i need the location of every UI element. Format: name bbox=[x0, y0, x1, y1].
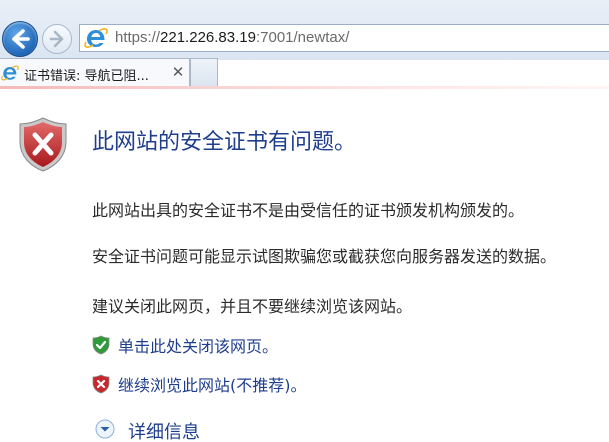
back-arrow-icon bbox=[12, 29, 30, 49]
chevron-down-icon bbox=[95, 419, 115, 439]
url-path: :7001/newtax/ bbox=[255, 29, 350, 46]
tab-close-icon[interactable]: ✕ bbox=[170, 62, 186, 82]
recommendation-paragraph: 建议关闭此网页，并且不要继续浏览该网站。 bbox=[92, 297, 413, 316]
risk-paragraph: 安全证书问题可能显示试图欺骗您或截获您向服务器发送的数据。 bbox=[92, 247, 557, 266]
new-tab-button[interactable] bbox=[190, 58, 218, 86]
red-shield-x-icon bbox=[92, 374, 110, 394]
ie-logo-icon bbox=[84, 28, 108, 48]
ie-logo-icon bbox=[1, 65, 19, 81]
forward-button[interactable] bbox=[42, 24, 72, 54]
close-page-link[interactable]: 单击此处关闭该网页。 bbox=[118, 333, 278, 357]
tab-strip: 证书错误: 导航已阻... ✕ bbox=[0, 58, 609, 88]
more-information-label: 详细信息 bbox=[128, 422, 200, 442]
page-headline: 此网站的安全证书有问题。 bbox=[92, 130, 357, 155]
url-text[interactable]: https://221.226.83.19:7001/newtax/ bbox=[115, 29, 349, 46]
forward-arrow-icon bbox=[49, 30, 64, 48]
error-band bbox=[0, 86, 609, 89]
url-scheme: https:// bbox=[115, 29, 161, 46]
security-error-shield-icon bbox=[19, 117, 67, 172]
tab-certificate-error[interactable]: 证书错误: 导航已阻... ✕ bbox=[0, 58, 190, 86]
back-button[interactable] bbox=[2, 21, 38, 57]
browser-window: https://221.226.83.19:7001/newtax/ 证书错误:… bbox=[0, 0, 609, 442]
explanation-paragraph: 此网站出具的安全证书不是由受信任的证书颁发机构颁发的。 bbox=[92, 201, 525, 220]
navigation-bar: https://221.226.83.19:7001/newtax/ bbox=[0, 0, 609, 60]
green-shield-check-icon bbox=[92, 335, 110, 355]
tab-title: 证书错误: 导航已阻... bbox=[24, 69, 149, 84]
continue-to-site-link[interactable]: 继续浏览此网站(不推荐)。 bbox=[118, 372, 307, 396]
url-host: 221.226.83.19 bbox=[160, 29, 256, 46]
address-bar[interactable]: https://221.226.83.19:7001/newtax/ bbox=[79, 24, 609, 52]
